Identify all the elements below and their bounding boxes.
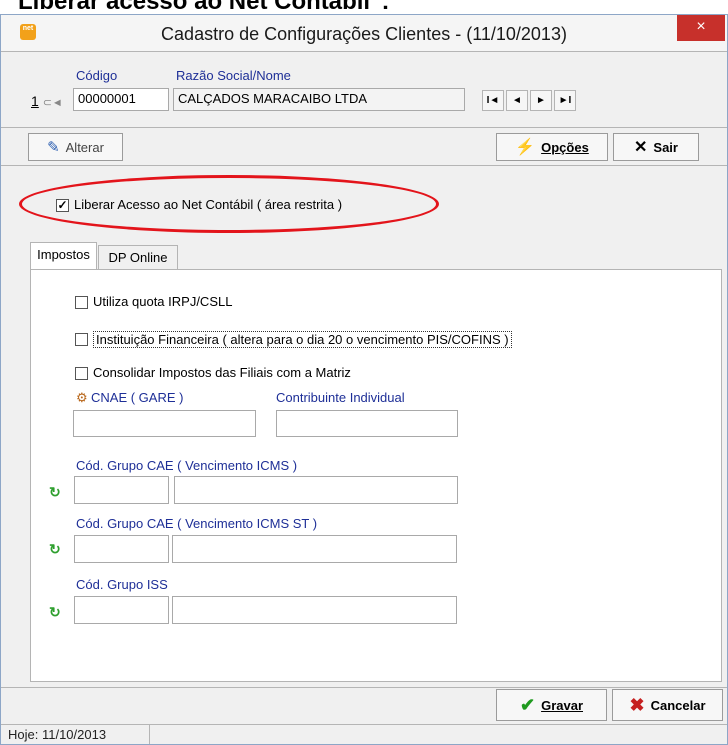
gravar-button[interactable]: ✔ Gravar	[496, 689, 607, 721]
grupo-icms-code-field[interactable]	[74, 476, 169, 504]
next-record-button[interactable]: ►	[530, 90, 552, 111]
window-title: Cadastro de Configurações Clientes - (11…	[161, 24, 567, 44]
liberar-acesso-checkbox[interactable]: ✓	[56, 199, 69, 212]
last-record-icon: ►I	[558, 95, 572, 106]
checkmark-icon: ✓	[57, 198, 68, 212]
close-icon: ×	[696, 18, 706, 35]
status-date: Hoje: 11/10/2013	[8, 727, 107, 742]
grupo-icms-desc-field[interactable]	[174, 476, 458, 504]
footer-separator	[1, 687, 727, 688]
instituicao-financeira-checkbox[interactable]	[75, 333, 88, 346]
grupo-iss-label: Cód. Grupo ISS	[76, 577, 168, 592]
tab-impostos[interactable]: Impostos	[30, 242, 97, 271]
opcoes-button[interactable]: ⚡ Opções	[496, 133, 608, 161]
sair-button[interactable]: ✕ Sair	[613, 133, 699, 161]
cnae-field[interactable]	[73, 410, 256, 437]
checkmark-green-icon: ✔	[519, 694, 536, 715]
next-record-icon: ►	[536, 95, 546, 106]
header-separator	[1, 127, 727, 128]
codigo-field[interactable]: 00000001	[73, 88, 169, 111]
contribuinte-label: Contribuinte Individual	[276, 390, 405, 405]
razao-social-label: Razão Social/Nome	[176, 68, 291, 83]
consolidar-impostos-checkbox[interactable]	[75, 367, 88, 380]
instituicao-financeira-label: Instituição Financeira ( altera para o d…	[93, 331, 512, 348]
grupo-icms-st-label: Cód. Grupo CAE ( Vencimento ICMS ST )	[76, 516, 318, 531]
last-record-button[interactable]: ►I	[554, 90, 576, 111]
grupo-icms-st-code-field[interactable]	[74, 535, 169, 563]
lightning-icon: ⚡	[515, 139, 536, 156]
close-button[interactable]: ×	[677, 15, 725, 41]
consolidar-impostos-label: Consolidar Impostos das Filiais com a Ma…	[93, 365, 351, 380]
cancel-x-icon: ✖	[629, 694, 645, 715]
title-separator	[1, 51, 727, 52]
edit-icon: ✎	[47, 139, 60, 156]
tab-dp-online[interactable]: DP Online	[98, 245, 178, 271]
grupo-iss-code-field[interactable]	[74, 596, 169, 624]
cnae-label: CNAE ( GARE )	[91, 390, 184, 405]
title-bar: net Cadastro de Configurações Clientes -…	[1, 15, 727, 51]
quota-irpj-checkbox[interactable]	[75, 296, 88, 309]
grupo-icms-lookup-icon[interactable]: ↻	[49, 484, 61, 501]
grupo-iss-desc-field[interactable]	[172, 596, 457, 624]
config-window: net Cadastro de Configurações Clientes -…	[0, 14, 728, 745]
contribuinte-field[interactable]	[276, 410, 458, 437]
codigo-label: Código	[76, 68, 118, 83]
grupo-icms-st-desc-field[interactable]	[172, 535, 457, 563]
record-number: 1 ⊂◄	[31, 93, 63, 109]
previous-record-icon: ◄	[512, 95, 522, 106]
previous-record-button[interactable]: ◄	[506, 90, 528, 111]
razao-social-field[interactable]: CALÇADOS MARACAIBO LTDA	[173, 88, 465, 111]
alterar-button[interactable]: ✎ Alterar	[28, 133, 123, 161]
close-x-icon: ✕	[634, 139, 648, 156]
first-record-icon: I◄	[486, 95, 500, 106]
record-pointer-icon: ⊂◄	[42, 97, 63, 109]
cancelar-button[interactable]: ✖ Cancelar	[612, 689, 723, 721]
first-record-button[interactable]: I◄	[482, 90, 504, 111]
grupo-icms-label: Cód. Grupo CAE ( Vencimento ICMS )	[76, 458, 298, 473]
grupo-iss-lookup-icon[interactable]: ↻	[49, 604, 61, 621]
cnae-icon: ⚙	[76, 390, 88, 405]
liberar-acesso-label: Liberar Acesso ao Net Contábil ( área re…	[74, 197, 343, 212]
quota-irpj-label: Utiliza quota IRPJ/CSLL	[93, 294, 233, 309]
toolbar-separator	[1, 165, 727, 166]
grupo-icms-st-lookup-icon[interactable]: ↻	[49, 541, 61, 558]
